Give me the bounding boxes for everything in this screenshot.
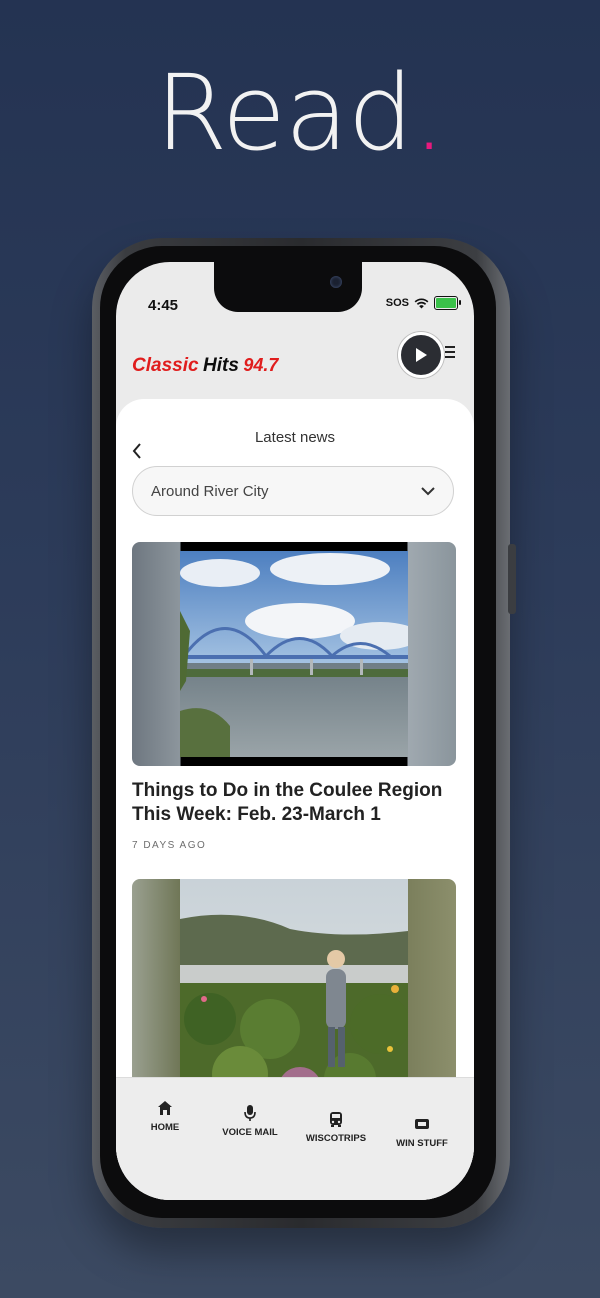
article-title[interactable]: Things to Do in the Coulee Region This W… <box>132 779 452 827</box>
bottom-tab-bar: HOME VOICE MAIL WISCOTRIPS WIN STUFF <box>116 1077 474 1200</box>
app-screen: 4:45 SOS Classic Hits 94.7 Latest news A… <box>116 262 474 1200</box>
play-icon <box>416 348 427 362</box>
logo-frequency: 94.7 <box>243 355 279 375</box>
wifi-icon <box>414 297 429 308</box>
side-button <box>508 544 516 614</box>
article-image[interactable] <box>132 879 456 1103</box>
front-camera <box>330 276 342 288</box>
phone-bezel: 4:45 SOS Classic Hits 94.7 Latest news A… <box>100 246 496 1218</box>
promo-headline-word: Read <box>155 52 413 174</box>
tab-win-stuff-label: WIN STUFF <box>396 1138 448 1149</box>
bus-icon <box>330 1111 342 1127</box>
article-image[interactable] <box>132 542 456 766</box>
tab-voice-mail-label: VOICE MAIL <box>222 1127 278 1138</box>
ticket-icon <box>415 1119 429 1129</box>
station-logo: Classic Hits 94.7 <box>132 355 278 377</box>
hamburger-menu-icon[interactable] <box>445 346 455 361</box>
page-title: Latest news <box>254 429 336 446</box>
category-select[interactable]: Around River City <box>132 466 454 516</box>
promo-headline: Read. <box>0 52 600 174</box>
logo-classic: Classic <box>132 355 199 376</box>
home-icon <box>158 1101 172 1115</box>
sos-indicator: SOS <box>385 297 409 309</box>
status-time: 4:45 <box>148 297 179 314</box>
status-icons: SOS <box>385 296 461 310</box>
tab-wiscotrips-label: WISCOTRIPS <box>305 1133 367 1144</box>
news-panel: Latest news Around River City Things to … <box>116 399 474 1200</box>
play-button[interactable] <box>398 332 444 378</box>
logo-hits: Hits <box>203 355 239 376</box>
tab-home-label: HOME <box>150 1122 180 1133</box>
bridge-photo <box>180 551 408 757</box>
category-select-value: Around River City <box>151 482 269 500</box>
garden-photo <box>180 879 408 1103</box>
tab-home[interactable]: HOME <box>125 1098 205 1133</box>
microphone-icon <box>244 1105 256 1121</box>
tab-win-stuff[interactable]: WIN STUFF <box>382 1114 462 1149</box>
chevron-down-icon <box>421 486 435 495</box>
article-age: 7 DAYS AGO <box>132 840 207 851</box>
tab-wiscotrips[interactable]: WISCOTRIPS <box>296 1109 376 1144</box>
phone-frame: 4:45 SOS Classic Hits 94.7 Latest news A… <box>92 238 516 1228</box>
battery-icon <box>434 296 461 310</box>
promo-headline-dot: . <box>412 52 446 174</box>
notch <box>214 262 362 312</box>
tab-voice-mail[interactable]: VOICE MAIL <box>210 1103 290 1138</box>
